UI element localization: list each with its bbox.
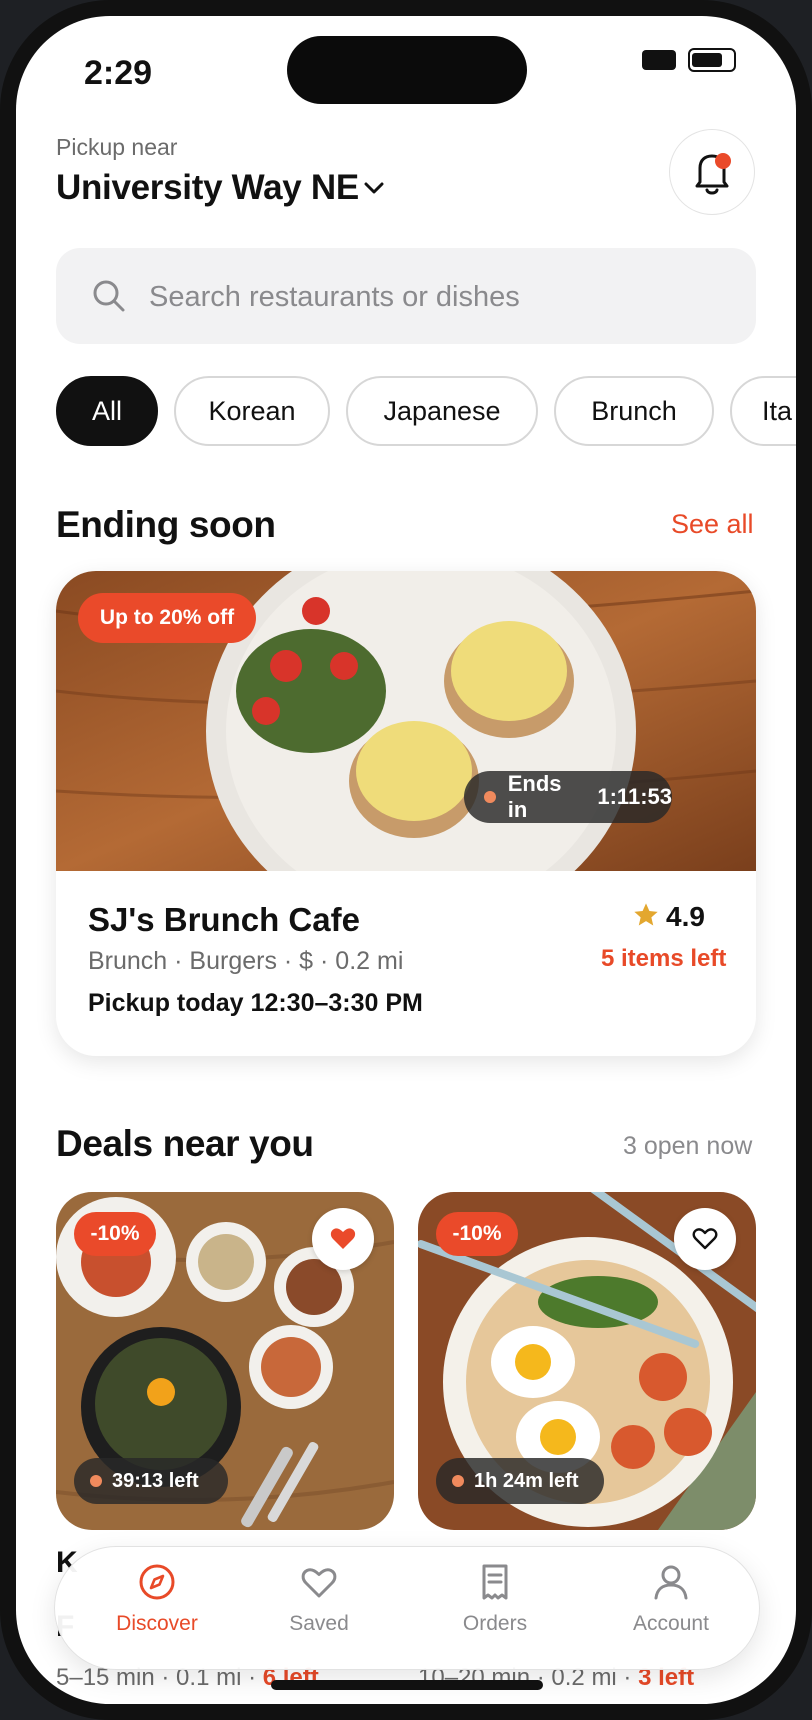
section-title-ending-soon: Ending soon: [56, 504, 276, 545]
chip-korean[interactable]: Korean: [174, 376, 330, 446]
heart-outline-icon: [692, 1228, 718, 1250]
chip-italian[interactable]: Ita: [730, 376, 796, 446]
discount-badge: -10%: [436, 1212, 518, 1256]
favorite-button[interactable]: [674, 1208, 736, 1270]
timer-dot: [90, 1475, 102, 1487]
tab-label: Discover: [116, 1612, 198, 1635]
time-left: 1h 24m left: [474, 1469, 579, 1492]
heart-icon: [301, 1568, 337, 1598]
notification-dot: [715, 153, 731, 169]
bell-icon: [695, 154, 729, 195]
discount-badge: Up to 20% off: [78, 593, 256, 643]
battery-level: [692, 53, 722, 67]
see-all-link[interactable]: See all: [671, 509, 754, 540]
ends-in-time: 1:11:53: [597, 784, 672, 809]
time-left-pill: 1h 24m left: [436, 1458, 604, 1504]
dynamic-island: [287, 36, 527, 104]
star-icon: [634, 903, 658, 926]
status-time: 2:29: [84, 54, 153, 92]
tab-orders[interactable]: Orders: [420, 1562, 570, 1636]
time-left-pill: 39:13 left: [74, 1458, 228, 1504]
timer-dot: [484, 791, 496, 803]
featured-rating: 4.9: [666, 901, 705, 932]
open-now-count: 3 open now: [623, 1132, 753, 1160]
chip-all[interactable]: All: [56, 376, 158, 446]
signal-icon: [642, 50, 676, 70]
heart-filled-icon: [330, 1228, 356, 1249]
discount-badge: -10%: [74, 1212, 156, 1256]
time-left: 39:13 left: [112, 1469, 199, 1492]
chevron-down-icon[interactable]: [362, 180, 386, 196]
app-screen: 2:29 Pickup near University Way NE Searc…: [16, 16, 796, 1704]
receipt-icon: [482, 1564, 508, 1600]
tab-saved[interactable]: Saved: [244, 1562, 394, 1636]
featured-pickup-window: Pickup today 12:30–3:30 PM: [88, 989, 423, 1017]
tab-discover[interactable]: Discover: [82, 1562, 232, 1636]
pickup-label: Pickup near: [56, 134, 178, 160]
location-selector[interactable]: University Way NE: [56, 168, 359, 208]
featured-items-left: 5 items left: [601, 945, 727, 972]
home-indicator[interactable]: [271, 1680, 543, 1690]
search-placeholder: Search restaurants or dishes: [149, 281, 520, 313]
favorite-button[interactable]: [312, 1208, 374, 1270]
deal-card-korean[interactable]: -10% 39:13 left: [56, 1192, 394, 1530]
tab-label: Account: [633, 1612, 709, 1635]
featured-restaurant-name: SJ's Brunch Cafe: [88, 901, 360, 938]
chip-brunch[interactable]: Brunch: [554, 376, 714, 446]
tab-label: Orders: [462, 1612, 528, 1635]
ends-in-pill: Ends in 1:11:53: [464, 771, 672, 823]
compass-icon: [139, 1564, 175, 1600]
notifications-button[interactable]: [669, 129, 755, 215]
featured-deal-card[interactable]: Up to 20% off Ends in 1:11:53 SJ's Brunc…: [56, 571, 756, 1056]
tab-account[interactable]: Account: [596, 1562, 746, 1636]
deal-card-ramen[interactable]: -10% 1h 24m left: [418, 1192, 756, 1530]
person-icon: [654, 1565, 688, 1600]
tab-label: Saved: [289, 1612, 349, 1635]
timer-dot: [452, 1475, 464, 1487]
featured-restaurant-meta: Brunch · Burgers · $ · 0.2 mi: [88, 947, 404, 975]
ends-in-label: Ends in: [507, 771, 562, 822]
section-title-deals: Deals near you: [56, 1123, 314, 1164]
phone-frame: 2:29 Pickup near University Way NE Searc…: [0, 0, 812, 1720]
search-icon: [93, 280, 125, 312]
chip-japanese[interactable]: Japanese: [346, 376, 538, 446]
